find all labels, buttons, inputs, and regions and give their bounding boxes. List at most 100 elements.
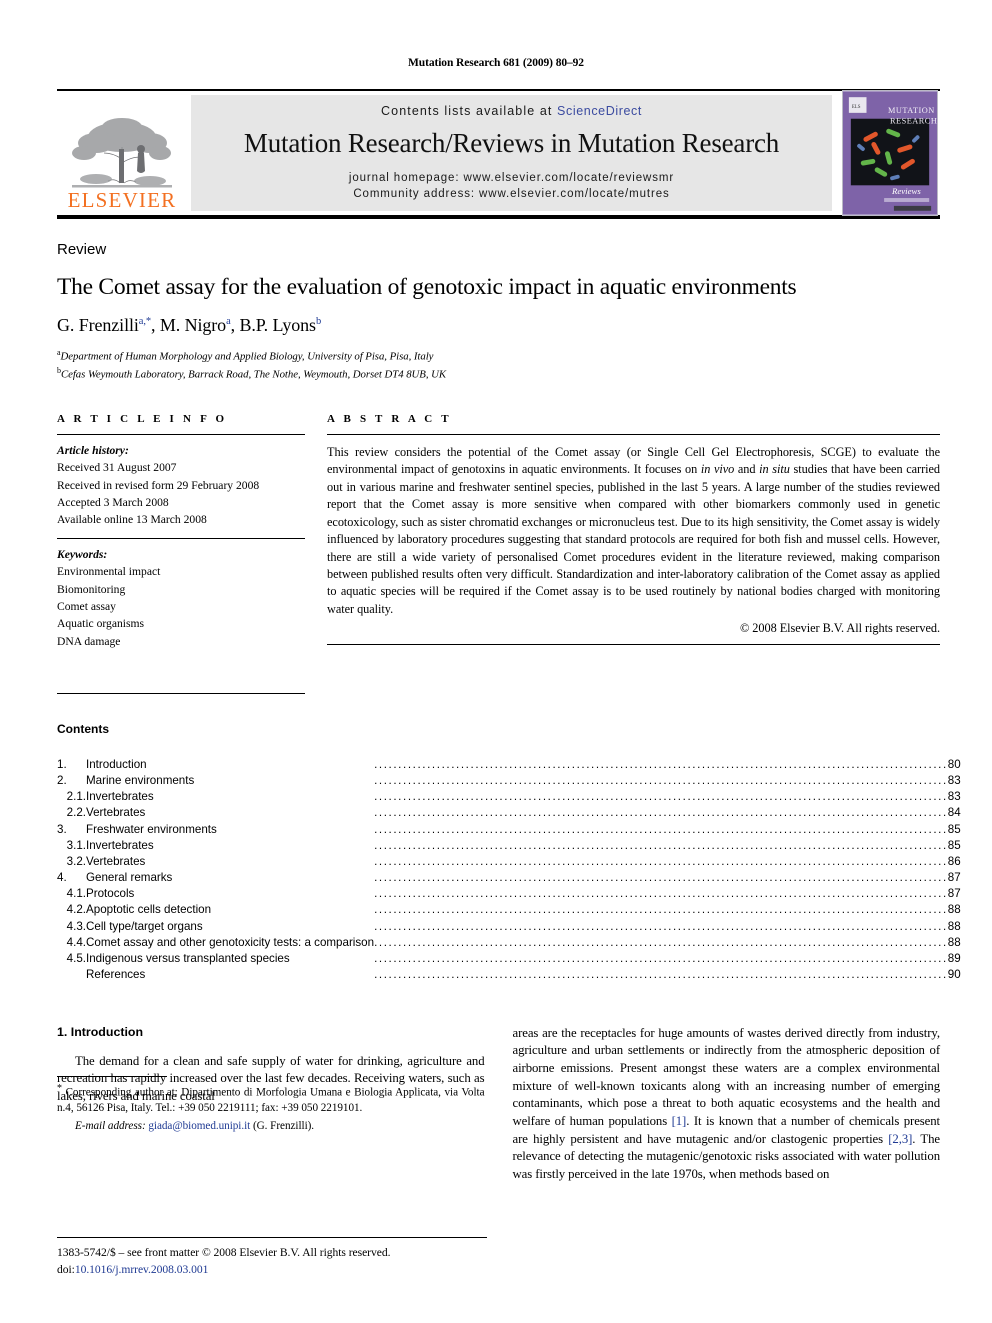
toc-row[interactable]: 2.1. Invertebrates.......................… xyxy=(57,789,961,805)
email-suffix: (G. Frenzilli). xyxy=(250,1120,315,1133)
journal-cover-image: ELS MUTATION RESEARCH Reviews xyxy=(842,90,938,216)
toc-leader-dots: ........................................… xyxy=(374,950,948,966)
toc-entry-label[interactable]: General remarks xyxy=(86,869,374,885)
abstract-part-3: studies that have been carried out in va… xyxy=(327,462,940,616)
affiliation-item: aDepartment of Human Morphology and Appl… xyxy=(57,347,940,365)
issn-copyright-line: 1383-5742/$ – see front matter © 2008 El… xyxy=(57,1246,391,1260)
toc-page-number: 88 xyxy=(947,935,961,949)
svg-text:MUTATION: MUTATION xyxy=(888,106,935,115)
toc-leader-dots: ........................................… xyxy=(374,772,948,788)
body-column-left: 1. Introduction The demand for a clean a… xyxy=(57,1025,485,1184)
toc-section-number xyxy=(57,967,67,983)
citation-ref-2[interactable]: [2,3] xyxy=(888,1132,912,1146)
toc-leader-dots: ........................................… xyxy=(374,756,948,772)
toc-entry-label[interactable]: Indigenous versus transplanted species xyxy=(86,950,374,966)
body-column-right: areas are the receptacles for huge amoun… xyxy=(513,1025,941,1184)
keyword-item: Aquatic organisms xyxy=(57,617,145,631)
toc-row[interactable]: 4.1. Protocols...........................… xyxy=(57,886,961,902)
toc-page-number: 83 xyxy=(947,790,961,804)
author-affil-marker: a,* xyxy=(138,316,152,328)
leader-dots: ........................................… xyxy=(374,854,948,868)
doi-line: doi:10.1016/j.mrrev.2008.03.001 xyxy=(57,1262,487,1279)
toc-row[interactable]: References..............................… xyxy=(57,967,961,983)
running-head: Mutation Research 681 (2009) 80–92 xyxy=(408,57,584,69)
toc-entry-label[interactable]: Invertebrates xyxy=(86,789,374,805)
abstract-italic-in-vivo: in vivo xyxy=(700,462,735,477)
contents-heading: Contents xyxy=(57,722,109,737)
toc-entry-label[interactable]: Apoptotic cells detection xyxy=(86,902,374,918)
keywords-label: Keywords: xyxy=(57,547,108,561)
leader-dots: ........................................… xyxy=(374,822,948,836)
toc-row[interactable]: 4.2. Apoptotic cells detection...........… xyxy=(57,902,961,918)
article-body: 1. Introduction The demand for a clean a… xyxy=(57,1025,940,1184)
keyword-item: Biomonitoring xyxy=(57,582,126,596)
leader-dots: ........................................… xyxy=(374,757,948,771)
toc-row[interactable]: 4.4. Comet assay and other genotoxicity t… xyxy=(57,934,961,950)
toc-leader-dots: ........................................… xyxy=(374,821,948,837)
toc-row[interactable]: 3. Freshwater environments...............… xyxy=(57,821,961,837)
toc-page-number: 90 xyxy=(947,968,961,982)
toc-row[interactable]: 3.1. Invertebrates.......................… xyxy=(57,837,961,853)
leader-dots: ........................................… xyxy=(374,887,948,901)
toc-leader-dots: ........................................… xyxy=(374,789,948,805)
toc-entry-label[interactable]: Marine environments xyxy=(86,772,374,788)
abstract-part-2: and xyxy=(734,462,760,477)
toc-entry-label[interactable]: Vertebrates xyxy=(86,853,374,869)
leader-dots: ........................................… xyxy=(374,968,948,982)
toc-page-number: 89 xyxy=(947,952,961,965)
abstract-column: A B S T R A C T This review considers th… xyxy=(327,413,940,694)
toc-section-number: 3. xyxy=(57,822,67,836)
toc-subsection-number xyxy=(67,756,86,772)
toc-row[interactable]: 2.2. Vertebrates.........................… xyxy=(57,805,961,821)
contents-prefix: Contents lists available at xyxy=(381,103,553,118)
section-heading-introduction: 1. Introduction xyxy=(57,1024,144,1039)
toc-row[interactable]: 1. Introduction..........................… xyxy=(57,756,961,772)
history-item: Accepted 3 March 2008 xyxy=(57,496,169,510)
svg-text:RESEARCH: RESEARCH xyxy=(890,117,937,126)
citation-ref-1[interactable]: [1] xyxy=(672,1114,687,1128)
toc-row[interactable]: 4.3. Cell type/target organs.............… xyxy=(57,918,961,934)
toc-page-number: 84 xyxy=(947,806,961,820)
author-name: G. Frenzilli xyxy=(57,315,139,336)
toc-entry-label[interactable]: Invertebrates xyxy=(86,837,374,853)
toc-subsection-number: 2.1. xyxy=(66,790,87,804)
toc-page-number: 88 xyxy=(947,919,961,933)
toc-subsection-number: 3.2. xyxy=(66,854,87,868)
toc-table: 1. Introduction..........................… xyxy=(57,756,961,983)
article-history-label: Article history: xyxy=(57,443,129,457)
affiliation-item: bCefas Weymouth Laboratory, Barrack Road… xyxy=(57,365,940,383)
toc-leader-dots: ........................................… xyxy=(374,853,948,869)
toc-row[interactable]: 3.2. Vertebrates.........................… xyxy=(57,853,961,869)
history-item: Received 31 August 2007 xyxy=(57,461,177,475)
toc-subsection-number xyxy=(67,967,86,983)
leader-dots: ........................................… xyxy=(374,935,948,949)
toc-section-number: 1. xyxy=(57,757,67,771)
keyword-item: Comet assay xyxy=(57,599,116,613)
leader-dots: ........................................… xyxy=(374,919,948,933)
toc-row[interactable]: 2. Marine environments...................… xyxy=(57,772,961,788)
toc-entry-label[interactable]: Comet assay and other genotoxicity tests… xyxy=(86,934,374,950)
toc-entry-label[interactable]: Introduction xyxy=(86,756,374,772)
toc-entry-label[interactable]: Freshwater environments xyxy=(86,821,374,837)
email-link[interactable]: giada@biomed.unipi.it xyxy=(148,1120,250,1132)
sciencedirect-link[interactable]: ScienceDirect xyxy=(557,104,642,118)
doi-link[interactable]: 10.1016/j.mrrev.2008.03.001 xyxy=(75,1263,209,1276)
toc-entry-label[interactable]: Protocols xyxy=(86,886,374,902)
toc-entry-label[interactable]: References xyxy=(86,967,374,983)
toc-entry-label[interactable]: Vertebrates xyxy=(86,805,374,821)
author-affil-marker: b xyxy=(315,316,322,328)
community-address-link[interactable]: Community address: www.elsevier.com/loca… xyxy=(349,187,674,203)
leader-dots: ........................................… xyxy=(374,903,948,917)
footnote-area: * Corresponding author at: Dipartimento … xyxy=(57,1075,485,1184)
toc-section-number: 4. xyxy=(57,871,67,885)
toc-entry-label[interactable]: Cell type/target organs xyxy=(86,918,374,934)
toc-row[interactable]: 4.5. Indigenous versus transplanted speci… xyxy=(57,950,961,966)
toc-leader-dots: ........................................… xyxy=(374,934,948,950)
toc-subsection-number: 4.5. xyxy=(66,952,87,965)
journal-homepage-link[interactable]: journal homepage: www.elsevier.com/locat… xyxy=(349,171,674,187)
toc-page-number: 88 xyxy=(947,903,961,917)
email-note: E-mail address: giada@biomed.unipi.it (G… xyxy=(57,1119,485,1134)
leader-dots: ........................................… xyxy=(374,773,948,787)
toc-row[interactable]: 4. General remarks.......................… xyxy=(57,869,961,885)
author-name: B.P. Lyons xyxy=(239,315,316,336)
